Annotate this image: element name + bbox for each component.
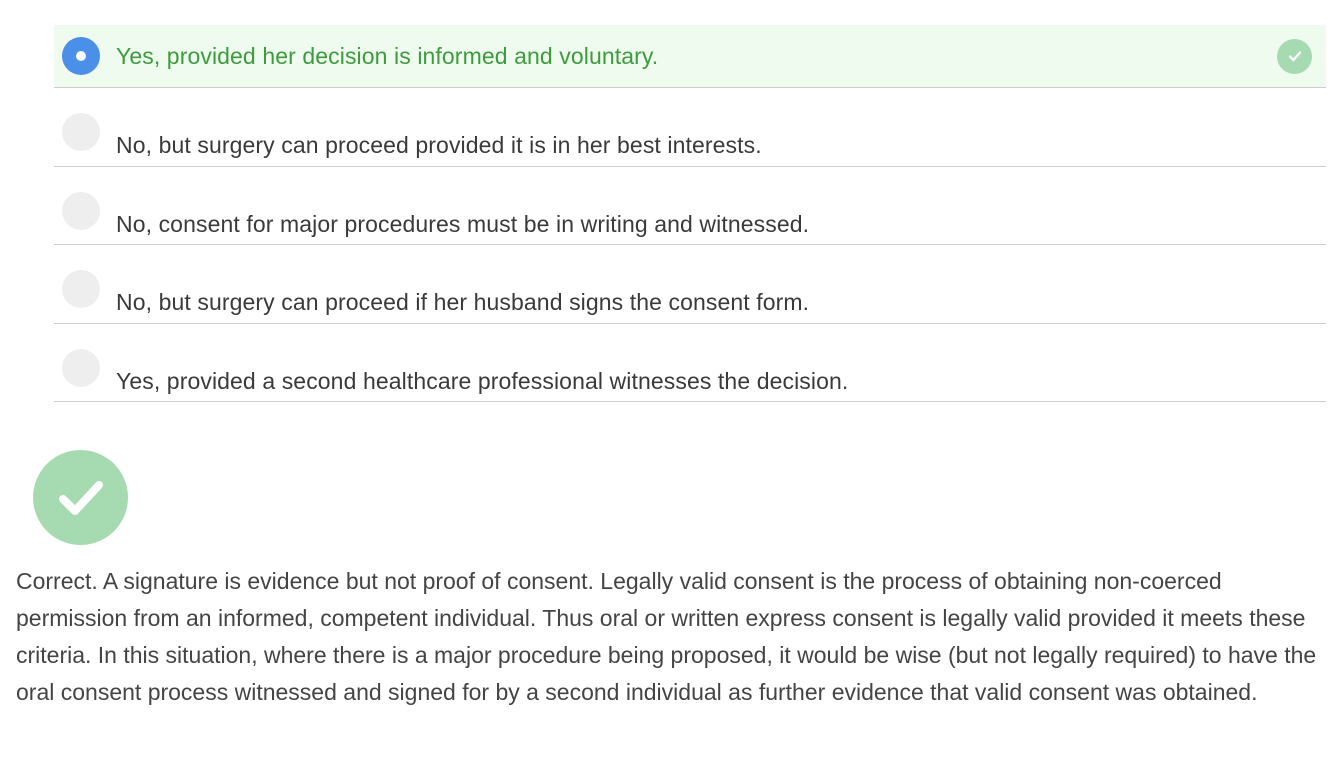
option-label: No, but surgery can proceed if her husba… — [116, 289, 810, 315]
option-label: No, but surgery can proceed provided it … — [116, 132, 762, 158]
option-label: Yes, provided a second healthcare profes… — [116, 367, 849, 394]
correct-check-icon — [1277, 38, 1312, 74]
option-3[interactable]: No, consent for major procedures must be… — [54, 167, 1326, 245]
option-label: No, consent for major procedures must be… — [116, 210, 810, 237]
answer-options: Yes, provided her decision is informed a… — [54, 25, 1326, 402]
radio-unselected-icon[interactable] — [62, 270, 100, 308]
option-2[interactable]: No, but surgery can proceed provided it … — [54, 88, 1326, 167]
option-label: Yes, provided her decision is informed a… — [116, 42, 659, 69]
feedback-text: Correct. A signature is evidence but not… — [16, 568, 1317, 705]
radio-unselected-icon[interactable] — [62, 348, 100, 387]
radio-unselected-icon[interactable] — [62, 191, 100, 230]
radio-unselected-icon[interactable] — [62, 113, 100, 151]
option-4[interactable]: No, but surgery can proceed if her husba… — [54, 245, 1326, 324]
option-1[interactable]: Yes, provided her decision is informed a… — [54, 25, 1326, 88]
check-circle-icon — [33, 450, 128, 545]
radio-selected-icon[interactable] — [62, 37, 100, 75]
option-5[interactable]: Yes, provided a second healthcare profes… — [54, 324, 1326, 402]
